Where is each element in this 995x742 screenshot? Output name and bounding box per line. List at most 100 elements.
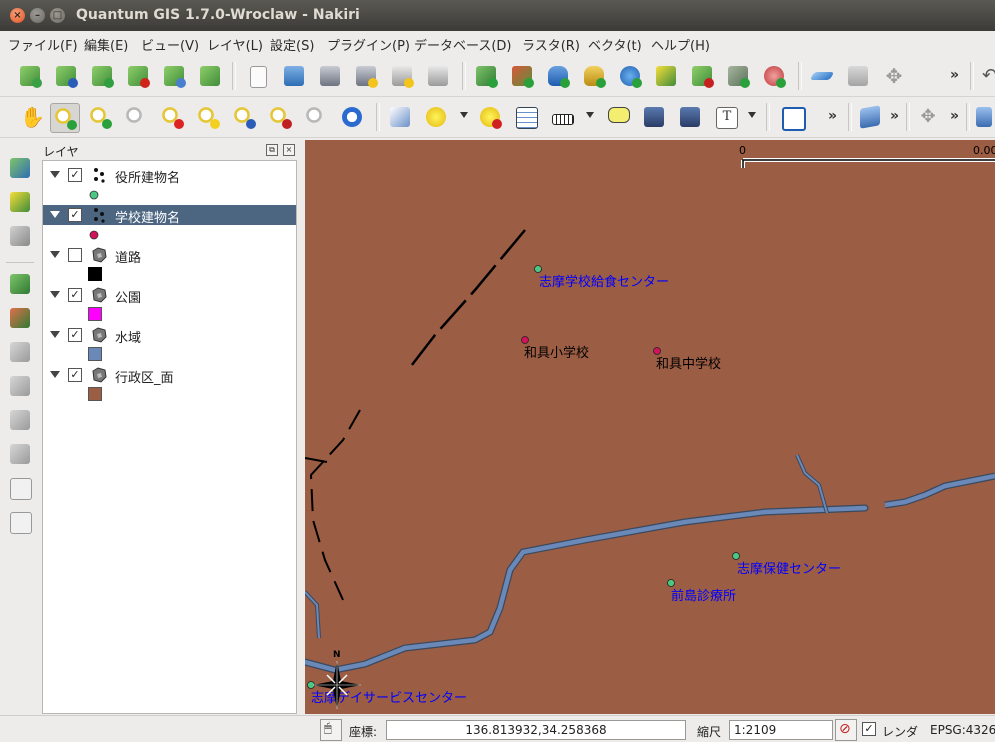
expand-arrow-icon[interactable] [50,251,60,258]
menu-vector[interactable]: ベクタ(t) [588,35,642,54]
text-annotation-button[interactable]: T [712,103,740,131]
left-new-layer-button[interactable] [6,188,34,216]
add-wfs-layer-button[interactable] [760,62,788,90]
add-postgis-layer-button[interactable] [544,62,572,90]
layer-row-doro[interactable]: 道路 [43,245,296,266]
menu-help[interactable]: ヘルプ(H) [651,35,710,54]
zoom-last-button[interactable] [266,103,294,131]
map-canvas[interactable]: 0 0.00 志摩学校給食センター 和具小学校 和具中学校 志摩保健センター 前… [305,140,995,714]
maximize-window-button[interactable]: □ [50,8,65,23]
show-bookmarks-button[interactable] [676,103,704,131]
measure-dropdown-icon[interactable] [586,112,594,118]
select-dropdown-icon[interactable] [460,112,468,118]
menu-raster[interactable]: ラスタ(R) [522,35,580,54]
new-project-layer-button[interactable] [16,62,44,90]
left-add-db-layer-button[interactable] [6,304,34,332]
layer-info-button[interactable] [52,62,80,90]
panel-close-button[interactable]: × [283,144,295,156]
coord-capture-toggle[interactable]: 🖱 [320,719,342,741]
undo-button[interactable]: ↶ [978,62,995,90]
add-wms-layer-button[interactable] [616,62,644,90]
refresh-button[interactable] [338,103,366,131]
layer-visibility-checkbox[interactable]: ✓ [68,208,82,222]
minimize-window-button[interactable]: – [30,8,45,23]
map-tips-button[interactable] [604,103,632,131]
scale-field[interactable]: 1:2109 [729,720,833,740]
osm-button[interactable] [972,103,995,131]
layer-save-button[interactable] [88,62,116,90]
menu-view[interactable]: ビュー(V) [141,35,199,54]
add-raster-layer-button[interactable] [508,62,536,90]
toolbar-overflow-3-icon[interactable]: » [890,108,899,124]
stop-render-button[interactable]: ⊘ [835,719,857,741]
zoom-out-button[interactable] [86,103,114,131]
panel-float-button[interactable]: ⧉ [266,144,278,156]
select-features-button[interactable] [422,103,450,131]
left-add-vector-button[interactable] [6,154,34,182]
new-shapefile-button[interactable] [652,62,680,90]
new-file-button[interactable] [244,62,272,90]
left-remove-layer-button[interactable] [6,222,34,250]
left-split-button[interactable] [6,474,34,502]
coord-field[interactable]: 136.813932,34.258368 [386,720,686,740]
layer-visibility-checkbox[interactable]: ✓ [68,288,82,302]
print-composer-button[interactable] [388,62,416,90]
expand-arrow-icon[interactable] [50,291,60,298]
layer-remove-button[interactable] [124,62,152,90]
layer-row-gakko[interactable]: ✓ 学校建物名 [43,205,296,226]
left-node-tool-button[interactable] [6,440,34,468]
save-edits-button[interactable] [844,62,872,90]
menu-plugins[interactable]: プラグイン(P) [327,35,410,54]
open-file-button[interactable] [280,62,308,90]
save-as-button[interactable] [352,62,380,90]
layer-print-button[interactable] [196,62,224,90]
zoom-to-layer-button[interactable] [230,103,258,131]
layer-export-button[interactable] [160,62,188,90]
zoom-in-button[interactable] [50,103,80,133]
add-delimited-text-button[interactable] [724,62,752,90]
new-bookmark-button[interactable] [640,103,668,131]
layer-visibility-checkbox[interactable] [68,248,82,262]
expand-arrow-icon[interactable] [50,171,60,178]
layer-visibility-checkbox[interactable]: ✓ [68,328,82,342]
zoom-to-selection-button[interactable] [194,103,222,131]
attribute-table-button[interactable] [512,103,540,131]
measure-button[interactable] [548,103,576,131]
deselect-button[interactable] [476,103,504,131]
menu-database[interactable]: データベース(D) [414,35,512,54]
menu-settings[interactable]: 設定(S) [270,35,314,54]
close-window-button[interactable]: × [10,8,25,23]
add-vector-layer-button[interactable] [472,62,500,90]
left-merge-button[interactable] [6,508,34,536]
remove-layer-button[interactable] [688,62,716,90]
toggle-editing-button[interactable] [808,62,836,90]
help-button[interactable] [856,103,884,131]
render-checkbox[interactable]: ✓ [862,722,876,736]
gps-tool-button[interactable] [778,103,806,131]
menu-layer[interactable]: レイヤ(L) [207,35,263,54]
layer-row-suiiki[interactable]: ✓ 水域 [43,325,296,346]
layer-row-yakusho[interactable]: ✓ 役所建物名 [43,165,296,186]
crs-status[interactable]: EPSG:4326 [930,723,995,737]
annotation-dropdown-icon[interactable] [748,112,756,118]
identify-button[interactable] [386,103,414,131]
zoom-actual-size-button[interactable] [122,103,150,131]
move-feature-button[interactable]: ✥ [880,62,908,90]
pan-map-button[interactable]: ✋ [16,103,45,131]
expand-arrow-icon[interactable] [50,371,60,378]
map-drawing[interactable]: 0 0.00 志摩学校給食センター 和具小学校 和具中学校 志摩保健センター 前… [305,140,995,714]
layer-row-koen[interactable]: ✓ 公園 [43,285,296,306]
left-capture-polygon-button[interactable] [6,406,34,434]
layer-row-gyoseiku[interactable]: ✓ 行政区_面 [43,365,296,386]
toolbar-overflow-4-icon[interactable]: » [950,108,959,124]
left-capture-point-button[interactable] [6,338,34,366]
left-capture-line-button[interactable] [6,372,34,400]
expand-arrow-icon[interactable] [50,331,60,338]
expand-arrow-icon[interactable] [50,211,60,218]
menu-file[interactable]: ファイル(F) [8,35,78,54]
toolbar-overflow-2-icon[interactable]: » [828,108,837,124]
georeferencer-button[interactable]: ✥ [914,103,942,131]
save-button[interactable] [316,62,344,90]
print-button[interactable] [424,62,452,90]
left-add-raster-button[interactable] [6,270,34,298]
